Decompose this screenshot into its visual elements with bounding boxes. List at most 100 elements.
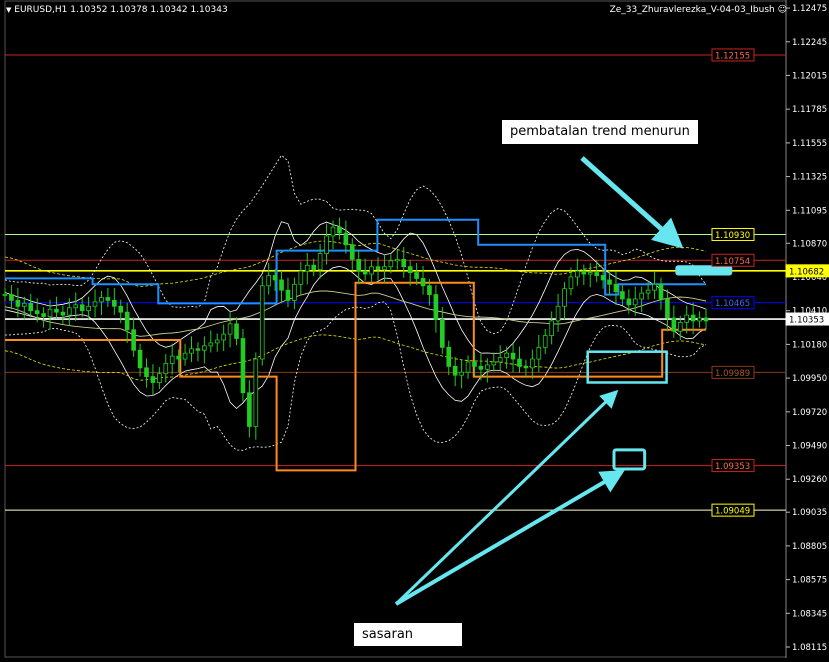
candle-body-102 <box>658 283 664 300</box>
candle-body-106 <box>684 314 690 323</box>
candle-body-64 <box>414 272 419 279</box>
candle-body-92 <box>594 272 599 276</box>
candle-body-52 <box>337 226 342 234</box>
candle-body-22 <box>144 367 149 378</box>
chart-window[interactable]: 1.12475 1.12245 1.12015 1.11785 1.11555 1.113… <box>0 0 829 658</box>
candle-body-36 <box>234 323 239 339</box>
y-tick-label-0: 1.12475 <box>792 4 827 14</box>
candle-body-50 <box>324 235 329 254</box>
candle-body-39 <box>253 358 259 427</box>
candle-body-51 <box>330 226 336 237</box>
candle-body-31 <box>202 345 207 351</box>
reversal-callout: pembatalan trend menurun <box>502 120 698 144</box>
candle-body-23 <box>150 376 156 383</box>
candle-body-37 <box>240 338 246 394</box>
candle-body-16 <box>105 297 111 301</box>
candle-body-4 <box>28 302 34 312</box>
reversal-arrow <box>580 156 684 249</box>
candle-body-101 <box>652 283 657 291</box>
candle-body-0 <box>2 294 8 296</box>
candle-body-46 <box>298 270 304 285</box>
candle-body-105 <box>677 322 683 332</box>
candle-body-108 <box>697 317 702 322</box>
target-arrow-marker <box>394 469 625 606</box>
candle-body-62 <box>401 258 407 268</box>
candle-body-21 <box>137 349 143 369</box>
level-label-8: 1.09049 <box>715 507 750 517</box>
level-label-7: 1.09353 <box>715 462 750 472</box>
candle-body-47 <box>304 264 310 272</box>
y-tick-label-18: 1.08345 <box>792 609 827 619</box>
indicator-name: Ze_33_Zhuravlerezka_V-04-03_Ibush <box>609 5 775 15</box>
symbol-ohlc-text: EURUSD,H1 1.10352 1.10378 1.10342 1.1034… <box>14 5 228 15</box>
candle-body-67 <box>433 294 439 320</box>
candle-body-103 <box>665 298 670 319</box>
candle-body-12 <box>79 304 85 312</box>
candle-body-91 <box>587 272 593 275</box>
candle-body-60 <box>388 260 394 268</box>
candle-body-96 <box>620 291 625 300</box>
y-tick-label-1: 1.12245 <box>792 38 827 48</box>
candle-body-33 <box>214 339 220 344</box>
candle-body-107 <box>690 314 696 322</box>
y-tick-label-6: 1.11095 <box>792 206 827 216</box>
chart-canvas[interactable]: 1.12475 1.12245 1.12015 1.11785 1.11555 1.113… <box>0 0 829 658</box>
candle-body-9 <box>60 311 66 316</box>
candle-body-90 <box>581 270 587 275</box>
candle-body-14 <box>92 301 98 307</box>
candle-body-42 <box>272 275 278 281</box>
candle-body-3 <box>21 302 27 307</box>
candle-body-74 <box>478 365 484 370</box>
candle-body-98 <box>632 298 638 306</box>
target-arrow-zone <box>394 389 619 606</box>
candle-body-44 <box>285 289 291 301</box>
candle-body-41 <box>266 275 271 287</box>
candle-body-30 <box>195 348 201 351</box>
target-callout: sasaran <box>354 623 462 646</box>
candle-body-58 <box>375 266 381 271</box>
y-tick-label-2: 1.12015 <box>792 71 827 81</box>
candle-body-11 <box>73 304 79 309</box>
candle-body-88 <box>568 276 574 290</box>
candle-body-82 <box>530 358 535 369</box>
candle-body-100 <box>645 289 651 294</box>
candle-body-15 <box>99 297 104 303</box>
level-label-6: 1.09989 <box>715 369 750 379</box>
candle-body-45 <box>292 283 297 301</box>
candle-body-78 <box>504 352 509 358</box>
candle-body-85 <box>549 320 554 336</box>
candle-body-99 <box>639 292 644 300</box>
level-label-4: 1.10465 <box>715 299 750 309</box>
candle-body-53 <box>343 232 349 246</box>
candle-body-89 <box>575 270 580 278</box>
indicator-header: Ze_33_Zhuravlerezka_V-04-03_Ibush ☺ <box>610 5 787 15</box>
candle-body-61 <box>394 258 400 262</box>
y-tick-label-3: 1.11785 <box>792 105 827 115</box>
candle-body-63 <box>407 266 413 273</box>
y-tick-label-13: 1.09490 <box>792 442 827 452</box>
y-tick-label-10: 1.10180 <box>792 340 827 350</box>
candle-body-79 <box>510 352 516 360</box>
candle-body-71 <box>459 371 464 376</box>
candle-body-24 <box>157 373 162 383</box>
candle-body-34 <box>221 333 226 341</box>
smiley-icon: ☺ <box>777 5 787 15</box>
candle-body-48 <box>311 264 317 271</box>
candle-body-66 <box>427 285 432 295</box>
candle-body-73 <box>472 361 477 367</box>
candle-body-13 <box>86 305 91 312</box>
candle-body-70 <box>452 365 458 376</box>
y-tick-label-12: 1.09720 <box>792 408 827 418</box>
candle-body-86 <box>555 305 561 322</box>
level-label-2: 1.10754 <box>715 257 750 267</box>
candle-body-65 <box>420 278 426 287</box>
candle-body-25 <box>163 363 169 375</box>
target-marker-box <box>612 448 647 471</box>
candle-body-97 <box>626 298 632 306</box>
y-tick-label-7: 1.10870 <box>792 239 827 249</box>
candle-body-104 <box>671 317 677 332</box>
candle-body-93 <box>600 275 606 281</box>
y-tick-label-11: 1.09950 <box>792 374 827 384</box>
candle-body-18 <box>118 305 124 313</box>
candle-body-26 <box>169 355 175 364</box>
